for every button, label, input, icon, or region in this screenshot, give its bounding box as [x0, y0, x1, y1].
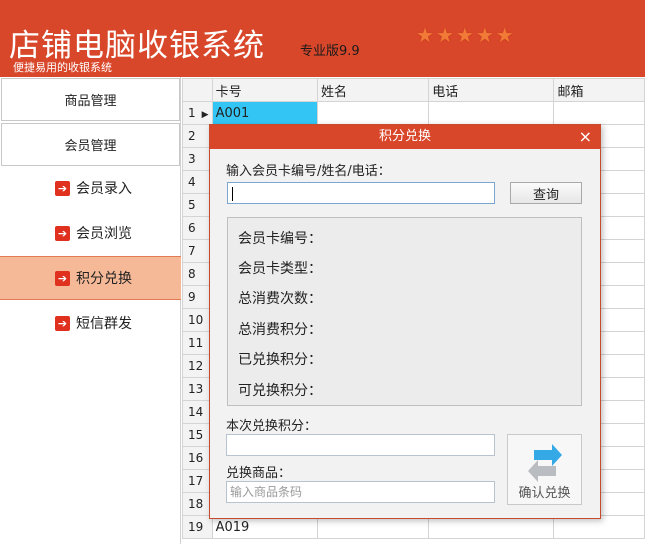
app-edition: 专业版9.9 — [300, 44, 360, 59]
row-number: 9 — [182, 285, 213, 309]
row-number: 6 — [182, 216, 213, 240]
row-number: 16 — [182, 446, 213, 470]
row-number: 5 — [182, 193, 213, 217]
goods-barcode-input[interactable]: 输入商品条码 — [226, 481, 495, 503]
row-number: 10 — [182, 308, 213, 332]
star-icon: ★ — [475, 23, 494, 47]
total-points-label: 总消费积分： — [238, 322, 322, 338]
phone-cell[interactable] — [428, 101, 555, 125]
row-number: 18 — [182, 492, 213, 516]
nav-label: 短信群发 — [76, 316, 132, 332]
nav-label: 会员浏览 — [76, 226, 132, 242]
star-icon: ★ — [435, 23, 454, 47]
nav-sms-broadcast[interactable]: ➔ 短信群发 — [0, 301, 181, 345]
member-search-input[interactable] — [227, 182, 495, 204]
nav-member-entry[interactable]: ➔ 会员录入 — [0, 166, 181, 210]
row-number: 4 — [182, 170, 213, 194]
row-number: 1 ▶ — [182, 101, 213, 125]
goods-barcode-placeholder: 输入商品条码 — [230, 485, 303, 499]
rating-stars: ★ ★ ★ ★ ★ — [416, 24, 514, 46]
arrow-right-icon: ➔ — [55, 315, 70, 331]
row-number: 7 — [182, 239, 213, 263]
nav-member-management[interactable]: 会员管理 — [1, 123, 180, 166]
nav-label: 会员管理 — [64, 139, 117, 154]
arrow-right-icon: ➔ — [55, 225, 70, 241]
search-label: 输入会员卡编号/姓名/电话： — [226, 164, 391, 179]
star-icon: ★ — [455, 23, 474, 47]
query-button-label: 查询 — [532, 187, 559, 203]
card-cell[interactable]: A001 — [211, 101, 318, 125]
text-caret — [232, 186, 233, 201]
row-number: 3 — [182, 147, 213, 171]
row-number: 2 — [182, 124, 213, 148]
app-header: 店铺电脑收银系统 专业版9.9 便捷易用的收银系统 ★ ★ ★ ★ ★ — [0, 0, 645, 77]
star-icon: ★ — [495, 23, 514, 47]
nav-member-browse[interactable]: ➔ 会员浏览 — [0, 211, 181, 255]
column-header[interactable]: 卡号 — [211, 78, 318, 102]
row-number: 8 — [182, 262, 213, 286]
table-header-row: 卡号 姓名 电话 邮箱 — [182, 78, 645, 102]
nav-label: 积分兑换 — [76, 271, 132, 287]
email-cell[interactable] — [553, 101, 645, 125]
row-number: 14 — [182, 400, 213, 424]
sidebar: 商品管理 会员管理 ➔ 会员录入 ➔ 会员浏览 ➔ 积分兑换 ➔ 短信群发 — [0, 77, 181, 544]
available-points-label: 可兑换积分： — [238, 383, 322, 399]
nav-goods-management[interactable]: 商品管理 — [1, 78, 180, 121]
dialog-titlebar[interactable]: 积分兑换 × — [210, 125, 600, 149]
column-header[interactable]: 姓名 — [316, 78, 430, 102]
corner-cell — [182, 78, 213, 102]
points-redeem-dialog: 积分兑换 × 输入会员卡编号/姓名/电话： 查询 会员卡编号： 会员卡类型： 总… — [209, 124, 601, 519]
row-number: 11 — [182, 331, 213, 355]
query-button[interactable]: 查询 — [510, 182, 582, 204]
row-number: 15 — [182, 423, 213, 447]
arrow-right-icon: ➔ — [55, 270, 70, 286]
nav-points-redeem[interactable]: ➔ 积分兑换 — [0, 256, 181, 300]
close-icon[interactable]: × — [579, 126, 592, 148]
dialog-title: 积分兑换 — [378, 129, 431, 144]
app-subtitle: 便捷易用的收银系统 — [13, 61, 112, 74]
nav-label: 会员录入 — [76, 181, 132, 197]
table-row[interactable]: 1 ▶ A001 — [182, 101, 645, 125]
swap-arrows-icon — [528, 444, 562, 482]
card-number-label: 会员卡编号： — [238, 231, 322, 247]
arrow-right-icon: ➔ — [55, 180, 70, 196]
current-row-icon: ▶ — [201, 110, 209, 120]
name-cell[interactable] — [316, 101, 430, 125]
redeem-points-label: 本次兑换积分： — [226, 419, 318, 434]
star-icon: ★ — [416, 23, 434, 47]
confirm-button-label: 确认兑换 — [518, 486, 571, 501]
row-number: 12 — [182, 354, 213, 378]
row-number: 19 — [182, 515, 213, 539]
row-number: 17 — [182, 469, 213, 493]
column-header[interactable]: 电话 — [428, 78, 555, 102]
redeem-points-input[interactable] — [226, 434, 495, 456]
card-type-label: 会员卡类型： — [238, 261, 322, 277]
member-info-panel: 会员卡编号： 会员卡类型： 总消费次数： 总消费积分： 已兑换积分： 可兑换积分… — [227, 217, 582, 406]
confirm-redeem-button[interactable]: 确认兑换 — [507, 434, 582, 505]
row-number: 13 — [182, 377, 213, 401]
column-header[interactable]: 邮箱 — [553, 78, 645, 102]
total-times-label: 总消费次数： — [238, 291, 322, 307]
nav-label: 商品管理 — [64, 94, 117, 109]
redeem-goods-label: 兑换商品： — [226, 466, 292, 481]
redeemed-points-label: 已兑换积分： — [238, 352, 322, 368]
